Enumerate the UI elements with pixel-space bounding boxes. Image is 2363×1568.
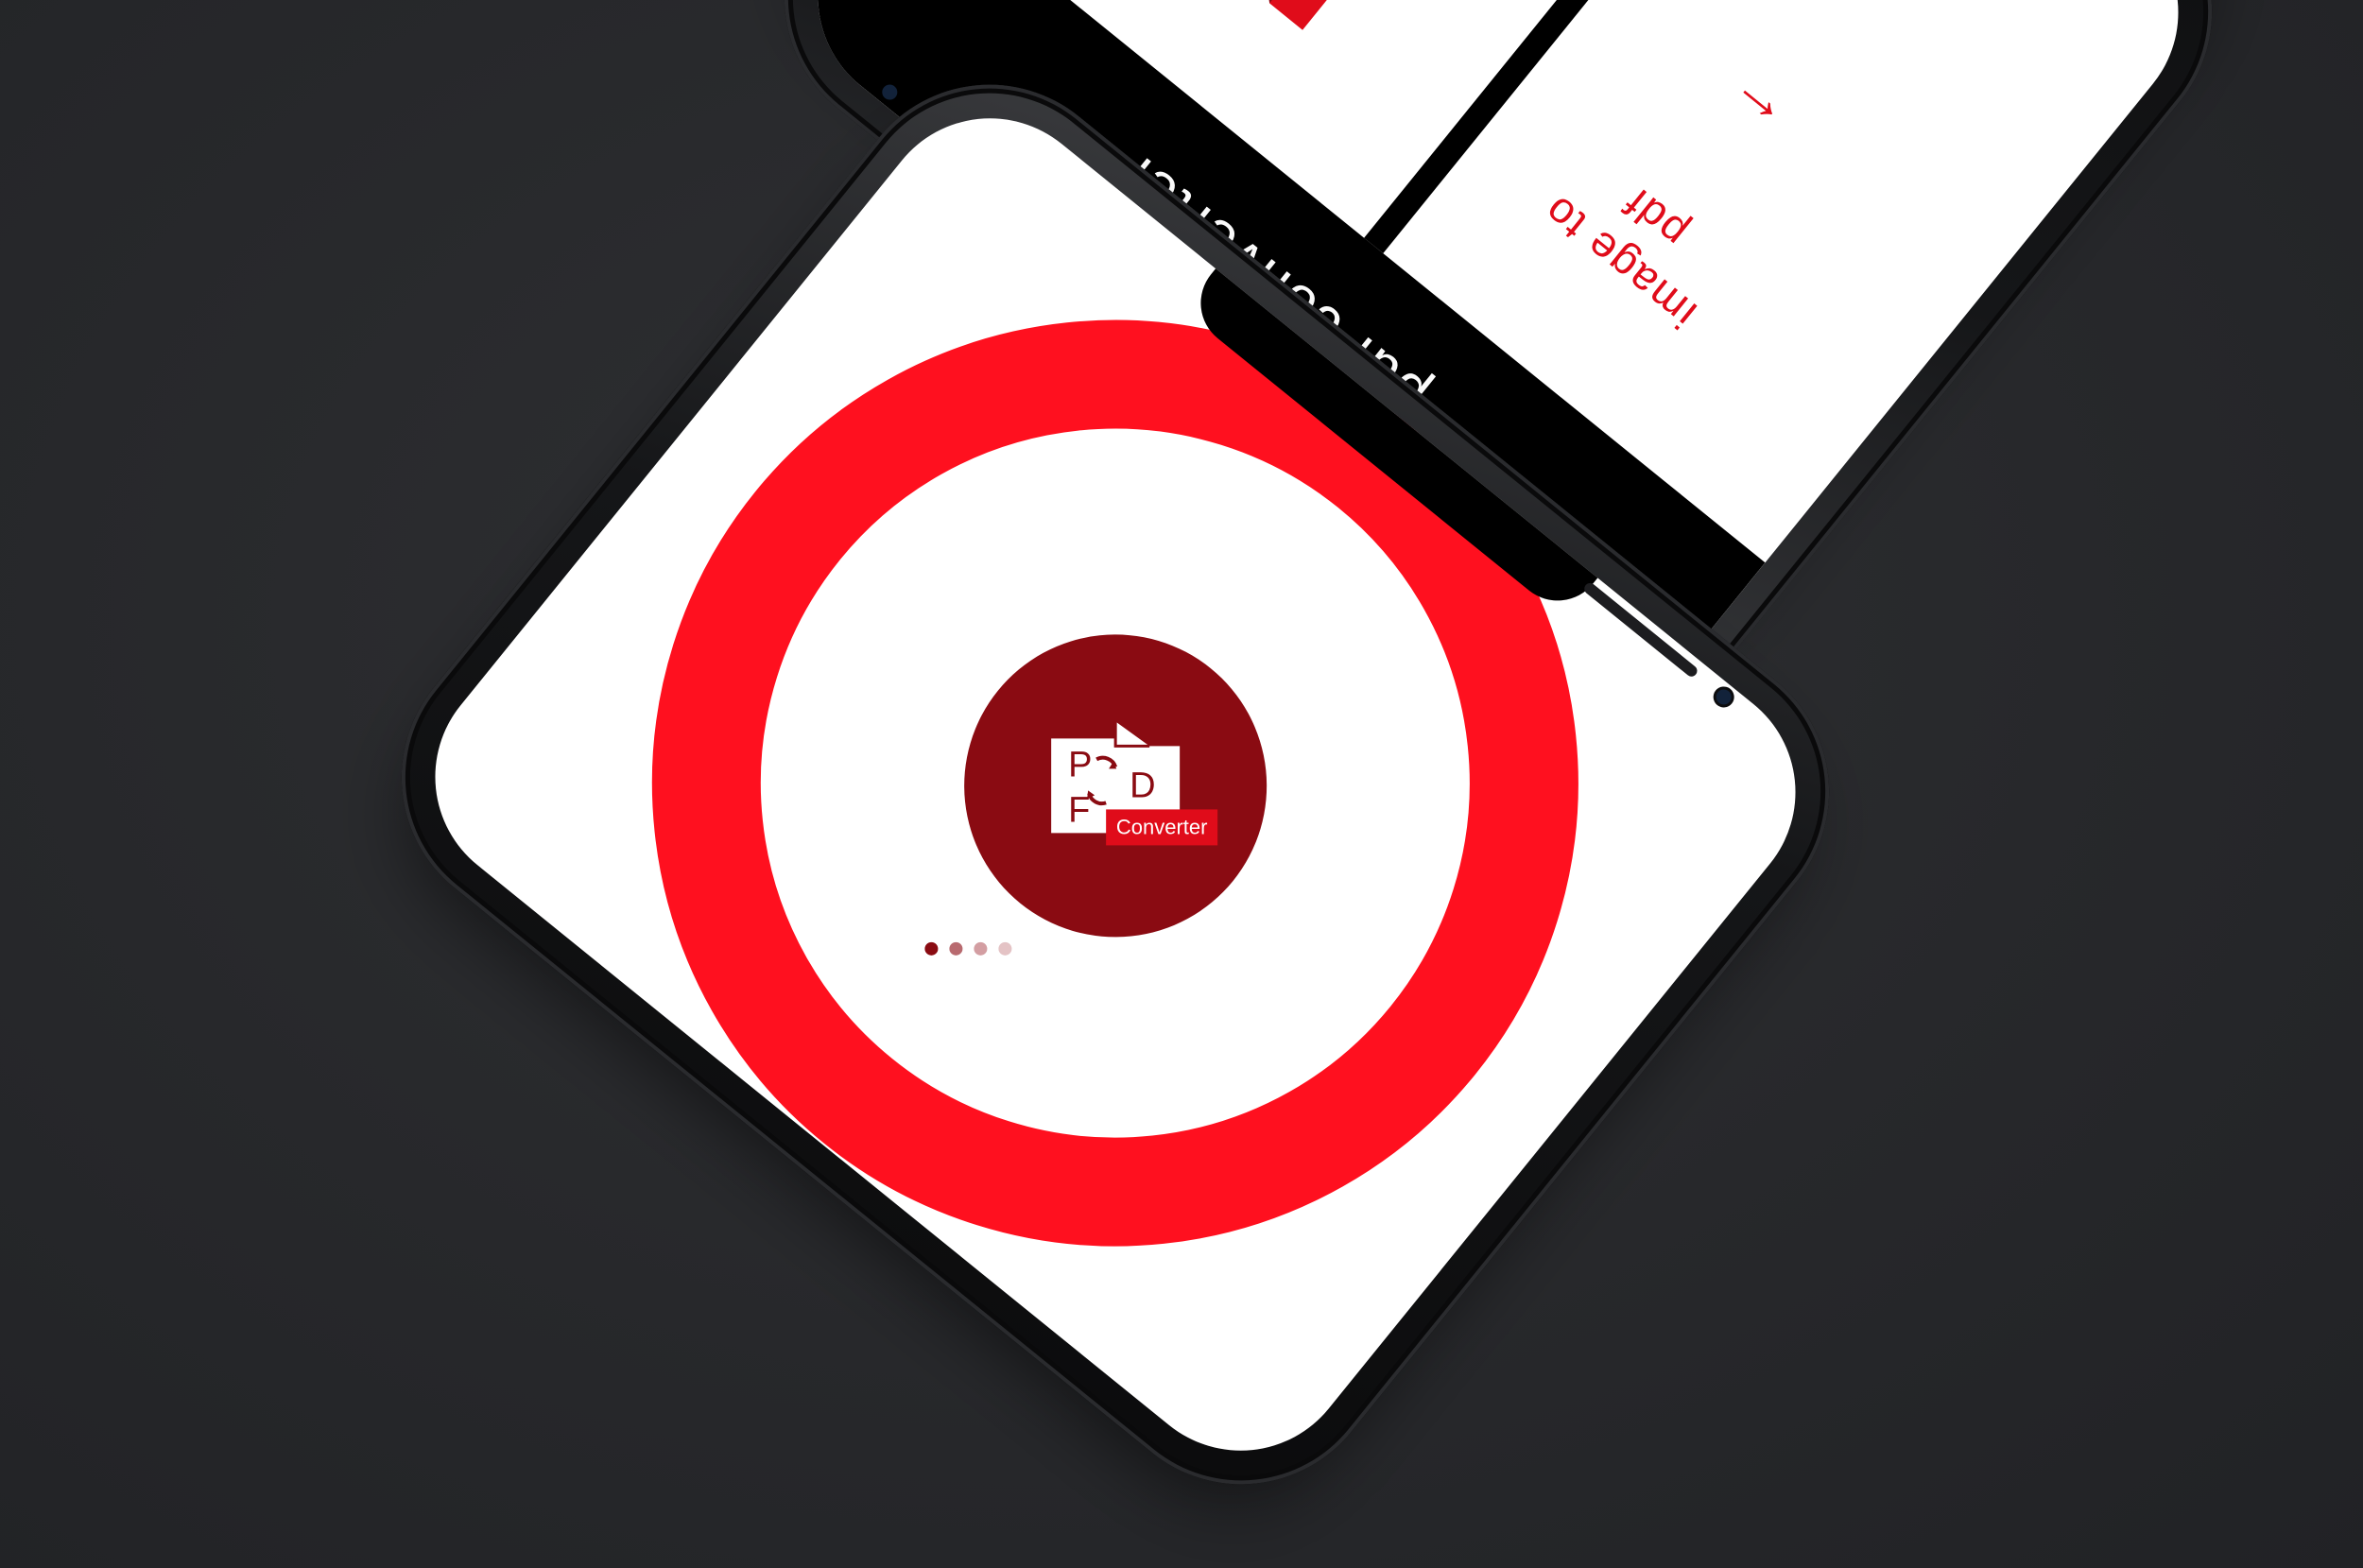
logo-badge-text: Converter: [1116, 815, 1208, 838]
loading-dot: [924, 941, 939, 956]
pdf-converter-logo-icon: Converter P D F: [1051, 721, 1218, 846]
mockup-scene: pdf converter image to pdf ←: [0, 0, 2363, 1568]
app-logo: Converter P D F: [903, 573, 1329, 999]
loading-indicator: [924, 941, 1038, 957]
loading-dot: [974, 941, 988, 956]
logo-letter-p: P: [1068, 745, 1092, 784]
arrow-left-icon[interactable]: ←: [1706, 66, 1796, 157]
loading-dot: [949, 941, 963, 956]
loading-dot: [998, 941, 1012, 956]
front-camera-icon: [1713, 686, 1734, 708]
pdf-file-icon: [1267, 0, 1345, 30]
logo-letter-f: F: [1068, 790, 1090, 830]
image-to-pdf-option[interactable]: image to pdf: [1498, 112, 1775, 367]
logo-letter-d: D: [1130, 766, 1155, 805]
